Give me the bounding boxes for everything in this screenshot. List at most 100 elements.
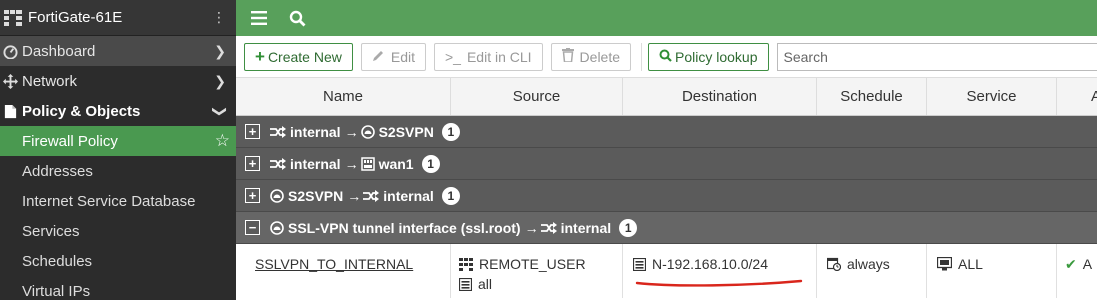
chevron-right-icon: ❯	[214, 72, 226, 89]
group-to: S2SVPN	[378, 123, 434, 140]
sidebar-item-internet-service-database[interactable]: Internet Service Database	[0, 186, 236, 216]
nav-dashboard[interactable]: Dashboard ❯	[0, 36, 236, 66]
destination-address[interactable]: N-192.168.10.0/24	[652, 256, 768, 272]
address-icon	[633, 257, 646, 271]
create-new-button[interactable]: + Create New	[244, 42, 353, 71]
sidebar-item-label: Services	[22, 222, 80, 240]
sidebar: FortiGate-61E ⋮ Dashboard ❯ Network ❯ Po…	[0, 0, 236, 300]
plus-icon: +	[255, 46, 265, 66]
sidebar-item-label: Addresses	[22, 162, 93, 180]
top-bar	[236, 0, 1097, 36]
policy-lookup-button[interactable]: Policy lookup	[648, 42, 769, 71]
red-underline-annotation	[635, 279, 803, 287]
service-cell: ALL	[927, 244, 1057, 298]
interface-shuffle-icon	[270, 125, 286, 138]
column-header-name[interactable]: Name	[236, 78, 451, 115]
policy-count-badge: 1	[421, 154, 440, 173]
nav-network[interactable]: Network ❯	[0, 66, 236, 96]
nav-policy-objects[interactable]: Policy & Objects ❯	[0, 96, 236, 126]
sidebar-item-virtual-ips[interactable]: Virtual IPs	[0, 276, 236, 300]
collapse-icon[interactable]: −	[245, 220, 260, 235]
expand-icon[interactable]: +	[245, 124, 260, 139]
sidebar-item-label: Virtual IPs	[22, 282, 91, 300]
table-header: Name Source Destination Schedule Service…	[236, 78, 1097, 116]
sidebar-item-label: Firewall Policy	[22, 132, 118, 150]
sidebar-item-firewall-policy[interactable]: Firewall Policy ☆	[0, 126, 236, 156]
schedule-cell: always	[817, 244, 927, 298]
button-label: Delete	[579, 48, 621, 65]
trash-icon	[561, 48, 574, 65]
policy-table: Name Source Destination Schedule Service…	[236, 78, 1097, 298]
policy-group-s2svpn-internal[interactable]: + S2SVPN → internal 1	[236, 180, 1097, 212]
column-header-service[interactable]: Service	[927, 78, 1057, 115]
button-label: Policy lookup	[675, 48, 758, 65]
nav-label: Network	[22, 72, 78, 90]
policy-group-sslvpn-internal[interactable]: − SSL-VPN tunnel interface (ssl.root) → …	[236, 212, 1097, 244]
fortigate-logo-icon	[4, 9, 22, 26]
expand-icon[interactable]: +	[245, 188, 260, 203]
schedule-value[interactable]: always	[847, 256, 890, 272]
sidebar-item-label: Internet Service Database	[22, 192, 196, 210]
column-header-action[interactable]: A	[1057, 78, 1097, 115]
policy-name[interactable]: SSLVPN_TO_INTERNAL	[236, 254, 450, 274]
wan-port-icon	[360, 156, 375, 171]
kebab-menu-icon[interactable]: ⋮	[212, 9, 226, 26]
policy-icon	[0, 104, 20, 119]
sidebar-item-label: Schedules	[22, 252, 93, 270]
delete-button[interactable]: Delete	[550, 42, 632, 71]
main-panel: + Create New Edit >_ Edit in CLI Delete …	[236, 0, 1097, 300]
favorite-star-icon[interactable]: ☆	[215, 131, 230, 151]
sidebar-item-services[interactable]: Services	[0, 216, 236, 246]
address-icon	[459, 277, 472, 291]
group-from: SSL-VPN tunnel interface (ssl.root)	[288, 219, 521, 236]
source-address[interactable]: all	[478, 276, 492, 292]
search-placeholder: Search	[783, 48, 828, 65]
policy-count-badge: 1	[441, 186, 460, 205]
nav-label: Policy & Objects	[22, 102, 141, 120]
expand-icon[interactable]: +	[245, 156, 260, 171]
network-icon	[0, 73, 20, 89]
magnifier-icon	[659, 47, 672, 67]
edit-button[interactable]: Edit	[360, 42, 426, 71]
button-label: Edit	[390, 48, 415, 65]
action-value: A	[1082, 256, 1093, 272]
group-from: internal	[290, 155, 341, 172]
service-monitor-icon	[937, 257, 952, 271]
button-label: Create New	[267, 48, 342, 65]
hamburger-menu-icon[interactable]	[248, 7, 270, 29]
edit-in-cli-button[interactable]: >_ Edit in CLI	[433, 42, 543, 71]
terminal-icon: >_	[444, 48, 461, 65]
vpn-tunnel-icon	[270, 188, 284, 203]
pencil-icon	[372, 49, 385, 65]
group-from: S2SVPN	[288, 187, 344, 204]
device-name: FortiGate-61E	[28, 9, 123, 26]
checkmark-icon: ✔	[1065, 255, 1077, 272]
device-header[interactable]: FortiGate-61E ⋮	[0, 0, 236, 36]
sidebar-item-schedules[interactable]: Schedules	[0, 246, 236, 276]
group-arrow: →	[344, 155, 359, 172]
interface-shuffle-icon	[363, 189, 380, 202]
source-user[interactable]: REMOTE_USER	[479, 256, 586, 272]
service-value[interactable]: ALL	[958, 256, 983, 272]
policy-group-internal-s2svpn[interactable]: + internal → S2SVPN 1	[236, 116, 1097, 148]
nav-label: Dashboard	[22, 42, 96, 60]
chevron-down-icon: ❯	[212, 105, 229, 117]
table-row[interactable]: SSLVPN_TO_INTERNAL REMOTE_USER all N-192…	[236, 244, 1097, 298]
policy-count-badge: 1	[619, 218, 638, 237]
group-to: wan1	[378, 155, 414, 172]
group-arrow: →	[347, 187, 362, 204]
group-from: internal	[290, 123, 341, 140]
column-header-schedule[interactable]: Schedule	[817, 78, 927, 115]
dashboard-icon	[0, 44, 20, 59]
interface-shuffle-icon	[270, 157, 286, 170]
sidebar-item-addresses[interactable]: Addresses	[0, 156, 236, 186]
search-icon[interactable]	[286, 7, 308, 29]
column-header-source[interactable]: Source	[451, 78, 623, 115]
policy-count-badge: 1	[441, 122, 460, 141]
search-input[interactable]: Search	[776, 42, 1097, 71]
destination-cell: N-192.168.10.0/24	[623, 244, 817, 298]
source-cell: REMOTE_USER all	[451, 244, 623, 298]
policy-group-internal-wan1[interactable]: + internal → wan1 1	[236, 148, 1097, 180]
vpn-tunnel-icon	[360, 124, 375, 139]
column-header-destination[interactable]: Destination	[623, 78, 817, 115]
